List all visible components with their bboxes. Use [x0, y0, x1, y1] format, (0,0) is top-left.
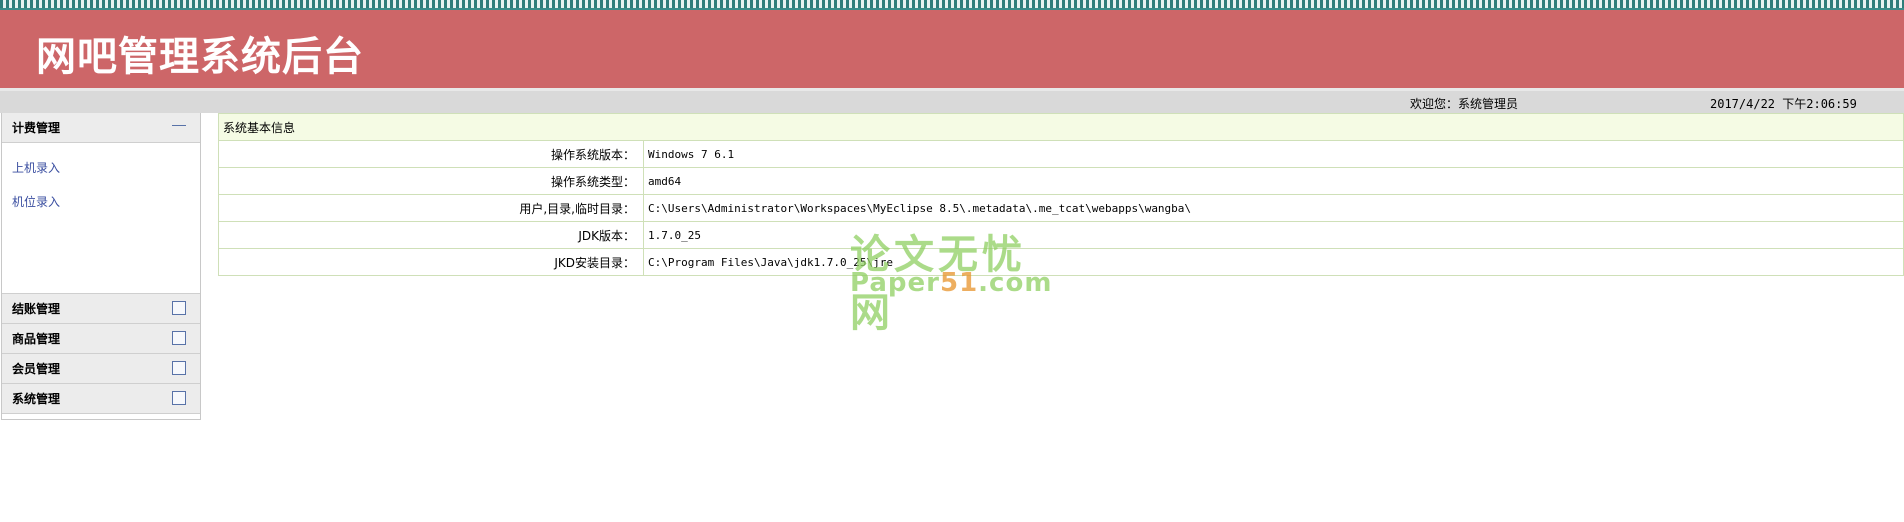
menu-header-system[interactable]: 系统管理 — [2, 384, 200, 414]
row-label: JDK版本： — [218, 221, 644, 249]
watermark-logo: 论文无忧网 Paper51.com — [850, 222, 1060, 336]
row-label: JKD安装目录： — [218, 248, 644, 276]
expand-icon[interactable] — [172, 361, 186, 375]
welcome-text: 欢迎您：系统管理员 — [1410, 97, 1519, 111]
table-row: JKD安装目录： C:\Program Files\Java\jdk1.7.0_… — [218, 248, 1904, 276]
menu-header-label: 商品管理 — [12, 332, 61, 346]
table-caption: 系统基本信息 — [218, 113, 1904, 141]
table-row: 操作系统类型： amd64 — [218, 167, 1904, 195]
watermark-url-part: .com — [978, 268, 1053, 298]
row-value: C:\Users\Administrator\Workspaces\MyEcli… — [643, 194, 1904, 222]
watermark-url-number: 51 — [939, 268, 979, 298]
expand-icon[interactable] — [172, 301, 186, 315]
menu-header-label: 计费管理 — [12, 121, 61, 135]
menu-body-billing: 上机录入 机位录入 — [2, 143, 200, 294]
header-decorative-border — [0, 0, 1904, 10]
menu-header-billing[interactable]: 计费管理 — [2, 113, 200, 143]
menu-header-label: 会员管理 — [12, 362, 61, 376]
row-value: C:\Program Files\Java\jdk1.7.0_25\jre — [643, 248, 1904, 276]
row-value: 1.7.0_25 — [643, 221, 1904, 249]
table-row: JDK版本： 1.7.0_25 — [218, 221, 1904, 249]
expand-icon[interactable] — [172, 391, 186, 405]
menu-header-label: 系统管理 — [12, 392, 61, 406]
menu-header-label: 结账管理 — [12, 302, 61, 316]
menu-link-checkin[interactable]: 上机录入 — [2, 151, 200, 185]
menu-header-goods[interactable]: 商品管理 — [2, 324, 200, 354]
watermark-url-part: Paper — [850, 268, 940, 298]
row-value: Windows 7 6.1 — [643, 140, 1904, 168]
row-label: 用户,目录,临时目录： — [218, 194, 644, 222]
collapse-icon[interactable] — [172, 120, 186, 134]
app-title: 网吧管理系统后台 — [36, 34, 364, 80]
table-row: 操作系统版本： Windows 7 6.1 — [218, 140, 1904, 168]
menu-header-settlement[interactable]: 结账管理 — [2, 294, 200, 324]
row-value: amd64 — [643, 167, 1904, 195]
system-info-table: 系统基本信息 操作系统版本： Windows 7 6.1 操作系统类型： amd… — [218, 113, 1904, 276]
sidebar: 计费管理 上机录入 机位录入 结账管理 商品管理 会员管理 系统管理 — [1, 113, 201, 420]
row-label: 操作系统版本： — [218, 140, 644, 168]
row-label: 操作系统类型： — [218, 167, 644, 195]
menu-link-seat-entry[interactable]: 机位录入 — [2, 185, 200, 219]
watermark-url: Paper51.com — [850, 268, 1052, 298]
table-caption-row: 系统基本信息 — [218, 113, 1904, 141]
table-row: 用户,目录,临时目录： C:\Users\Administrator\Works… — [218, 194, 1904, 222]
expand-icon[interactable] — [172, 331, 186, 345]
datetime-display: 2017/4/22 下午2:06:59 — [1710, 97, 1857, 111]
header-banner: 网吧管理系统后台 — [0, 0, 1904, 88]
status-bar: 欢迎您：系统管理员 2017/4/22 下午2:06:59 — [0, 91, 1904, 113]
menu-header-members[interactable]: 会员管理 — [2, 354, 200, 384]
